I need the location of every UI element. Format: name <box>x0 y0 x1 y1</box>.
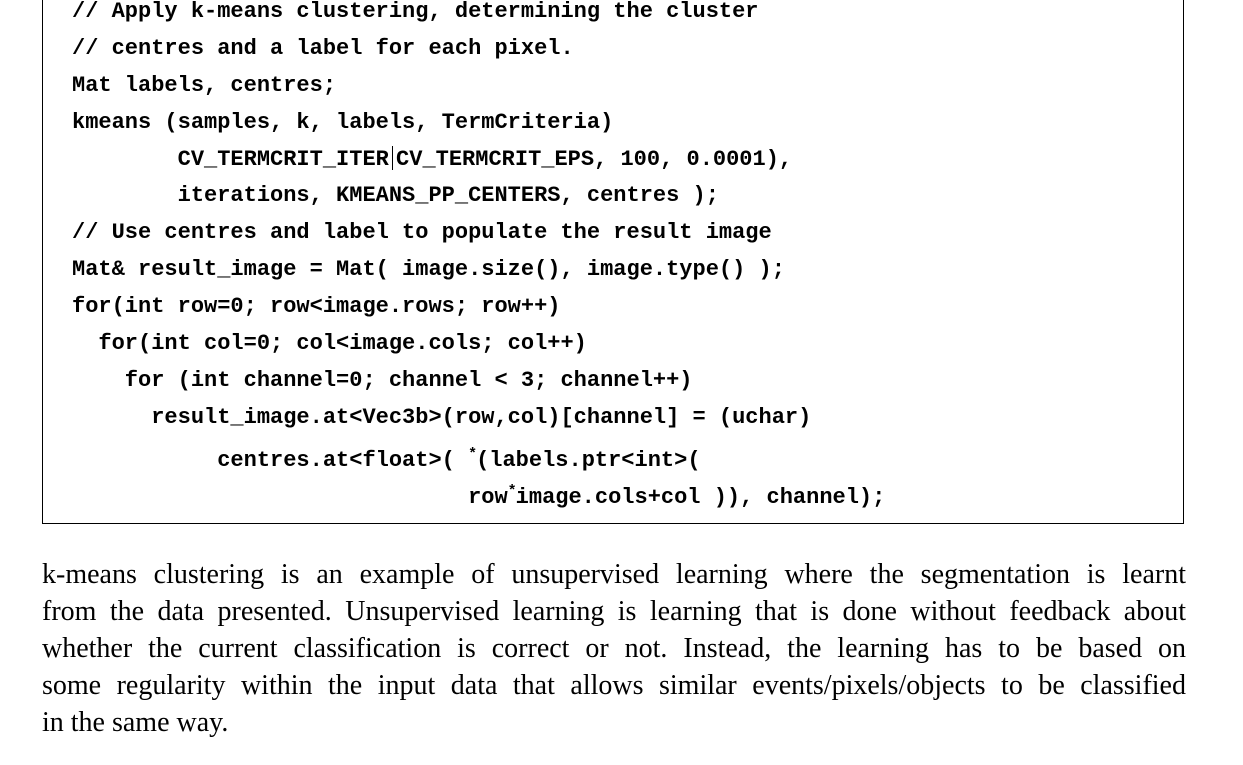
paragraph-line: whether the current classification is co… <box>42 633 1186 664</box>
code-line-14-part-b: image.cols+col )), channel); <box>515 485 886 510</box>
code-line-5-part-b: CV_TERMCRIT_EPS, 100, 0.0001), <box>396 147 793 172</box>
pipe-separator <box>391 146 394 170</box>
code-line-13-part-b: (labels.ptr<int>( <box>476 448 701 473</box>
code-line-12: result_image.at<Vec3b>(row,col)[channel]… <box>72 405 812 430</box>
code-listing-box: // Apply k-means clustering, determining… <box>42 0 1184 524</box>
code-line-14-part-a: row <box>72 485 508 510</box>
code-line-10: for(int col=0; col<image.cols; col++) <box>72 331 587 356</box>
code-line-4: kmeans (samples, k, labels, TermCriteria… <box>72 110 614 135</box>
code-line-13: centres.at<float>( *(labels.ptr<int>( <box>72 442 701 474</box>
code-line-5-part-a: CV_TERMCRIT_ITER <box>72 147 389 172</box>
paragraph-line: k-means clustering is an example of unsu… <box>42 559 1186 590</box>
asterisk-superscript: * <box>507 483 517 500</box>
code-line-9: for(int row=0; row<image.rows; row++) <box>72 294 561 319</box>
paragraph-line: from the data presented. Unsupervised le… <box>42 596 1186 627</box>
code-line-1: // Apply k-means clustering, determining… <box>72 0 759 24</box>
paragraph-line: some regularity within the input data th… <box>42 670 1186 701</box>
code-line-14: row*image.cols+col )), channel); <box>72 479 885 511</box>
body-paragraph: k-means clustering is an example of unsu… <box>42 556 1186 741</box>
paragraph-line: in the same way. <box>42 707 229 738</box>
code-line-5: CV_TERMCRIT_ITER CV_TERMCRIT_EPS, 100, 0.… <box>72 146 792 173</box>
code-line-7: // Use centres and label to populate the… <box>72 220 772 245</box>
code-line-8: Mat& result_image = Mat( image.size(), i… <box>72 257 785 282</box>
code-line-11: for (int channel=0; channel < 3; channel… <box>72 368 693 393</box>
code-line-6: iterations, KMEANS_PP_CENTERS, centres )… <box>72 183 719 208</box>
code-line-13-part-a: centres.at<float>( <box>72 448 469 473</box>
code-line-3: Mat labels, centres; <box>72 73 337 98</box>
code-line-2: // centres and a label for each pixel. <box>72 36 574 61</box>
asterisk-superscript: * <box>468 446 478 463</box>
